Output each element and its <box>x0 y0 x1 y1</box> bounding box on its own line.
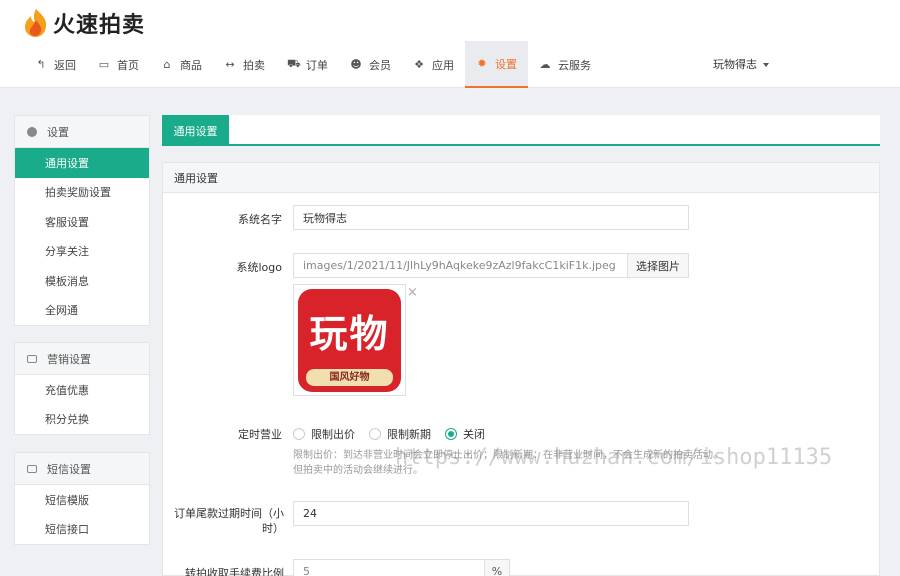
cloud-icon: ☁ <box>539 58 551 71</box>
nav-item-label: 云服务 <box>558 58 591 72</box>
panel-title: 通用设置 <box>163 163 879 193</box>
nav-item-2[interactable]: ⌂ 商品 <box>150 41 213 88</box>
order-expire-label-line2: 时） <box>262 522 284 535</box>
order-expire-input[interactable]: 24 <box>293 501 689 526</box>
user-name: 玩物得志 <box>713 58 757 71</box>
timer-option-radio[interactable] <box>293 428 305 440</box>
timer-option-label[interactable]: 限制出价 <box>311 426 355 442</box>
nav-item-5[interactable]: ☻ 会员 <box>339 41 402 88</box>
main-nav: ↰ 返回 ▭ 首页 ⌂ 商品 ↔ 拍卖 ⛟ 订单 ☻ 会员 ❖ 应用 ✹ 设置 ☁ 云服务 <box>24 41 602 88</box>
back-icon: ↰ <box>36 58 46 71</box>
nav-item-label: 会员 <box>369 58 391 72</box>
watermark-text: https://www.huzhan.com/ishop11135 <box>395 445 833 470</box>
nav-item-label: 首页 <box>117 58 139 72</box>
sidebar-group-title: 营销设置 <box>47 352 91 366</box>
app-logo[interactable]: 火速拍卖 <box>22 7 145 39</box>
nav-item-7[interactable]: ✹ 设置 <box>465 41 528 88</box>
inbox-icon <box>27 464 37 473</box>
logo-path-input[interactable]: images/1/2021/11/JlhLy9hAqkeke9zAzl9fakc… <box>293 253 628 278</box>
sidebar-group-header[interactable]: 短信设置 <box>15 453 149 485</box>
remove-logo-icon[interactable]: × <box>407 285 418 300</box>
logo-image-text: 玩物 <box>309 312 390 356</box>
globe-icon <box>27 126 37 137</box>
nav-item-8[interactable]: ☁ 云服务 <box>528 41 602 88</box>
fee-ratio-input[interactable]: 5 <box>293 559 485 576</box>
sidebar-group-title: 设置 <box>47 125 69 139</box>
arrows-icon: ↔ <box>225 58 235 71</box>
logo-image: 玩物 国风好物 <box>298 289 401 392</box>
flame-icon <box>25 9 47 37</box>
users-icon: ☻ <box>350 58 362 71</box>
nav-item-0[interactable]: ↰ 返回 <box>24 41 87 88</box>
timer-option-label[interactable]: 限制新期 <box>387 426 431 442</box>
cubes-icon: ❖ <box>414 58 424 71</box>
nav-item-label: 应用 <box>432 58 454 72</box>
sidebar-group-header[interactable]: 设置 <box>15 116 149 148</box>
top-header: 火速拍卖 ↰ 返回 ▭ 首页 ⌂ 商品 ↔ 拍卖 ⛟ 订单 ☻ 会员 ❖ 应用 ✹ 设置 ☁ 云服务 玩物得志 <box>0 0 900 88</box>
sidebar-item[interactable]: 拍卖奖励设置 <box>15 178 149 208</box>
system-name-label: 系统名字 <box>238 213 282 226</box>
gift-icon: ⌂ <box>163 58 171 71</box>
order-expire-label: 订单尾款过期时间（小 时） <box>170 506 284 536</box>
sidebar-item[interactable]: 客服设置 <box>15 207 149 237</box>
user-menu[interactable]: 玩物得志 <box>713 56 769 72</box>
sidebar-item[interactable]: 短信接口 <box>15 515 149 545</box>
order-expire-label-line1: 订单尾款过期时间（小 <box>174 507 284 520</box>
sidebar-item[interactable]: 积分兑换 <box>15 405 149 435</box>
timer-label: 定时营业 <box>238 428 282 441</box>
sidebar-item[interactable]: 短信模版 <box>15 485 149 515</box>
nav-item-3[interactable]: ↔ 拍卖 <box>213 41 276 88</box>
caret-down-icon <box>763 63 769 67</box>
nav-item-4[interactable]: ⛟ 订单 <box>276 41 339 88</box>
system-name-input[interactable]: 玩物得志 <box>293 205 689 230</box>
nav-item-label: 订单 <box>306 58 328 72</box>
inbox-icon <box>27 354 37 363</box>
sidebar-item[interactable]: 通用设置 <box>15 148 149 178</box>
sidebar-item[interactable]: 充值优惠 <box>15 375 149 405</box>
sidebar-group: 短信设置短信模版 短信接口 <box>14 452 150 545</box>
sidebar-group-title: 短信设置 <box>47 462 91 476</box>
nav-item-label: 拍卖 <box>243 58 265 72</box>
monitor-icon: ▭ <box>98 58 110 71</box>
sidebar-group-header[interactable]: 营销设置 <box>15 343 149 375</box>
nav-item-label: 设置 <box>495 57 517 71</box>
system-logo-label: 系统logo <box>236 261 283 274</box>
sidebar-item[interactable]: 模板消息 <box>15 266 149 296</box>
sidebar-item[interactable]: 全网通 <box>15 296 149 326</box>
timer-option-radio[interactable] <box>445 428 457 440</box>
tab-bar: 通用设置 <box>162 115 880 146</box>
logo-image-band: 国风好物 <box>306 369 393 386</box>
cart-icon: ⛟ <box>287 57 301 70</box>
sidebar-group: 营销设置充值优惠 积分兑换 <box>14 342 150 435</box>
nav-item-label: 商品 <box>180 58 202 72</box>
sidebar-group: 设置通用设置 拍卖奖励设置 客服设置 分享关注 模板消息 全网通 <box>14 115 150 326</box>
timer-option-label[interactable]: 关闭 <box>463 426 485 442</box>
nav-item-6[interactable]: ❖ 应用 <box>402 41 465 88</box>
nav-item-1[interactable]: ▭ 首页 <box>87 41 150 88</box>
nav-item-label: 返回 <box>54 58 76 72</box>
app-title: 火速拍卖 <box>53 13 146 38</box>
percent-unit: % <box>484 559 510 576</box>
gear-icon: ✹ <box>477 57 487 70</box>
sidebar-item[interactable]: 分享关注 <box>15 237 149 267</box>
choose-image-button[interactable]: 选择图片 <box>627 253 689 278</box>
tab-general-settings[interactable]: 通用设置 <box>162 115 229 146</box>
timer-option-radio[interactable] <box>369 428 381 440</box>
logo-preview: 玩物 国风好物 <box>293 284 406 396</box>
fee-ratio-label: 转拍收取手续费比例 <box>185 567 284 576</box>
timer-radio-group: 限制出价 限制新期 关闭 <box>293 426 499 442</box>
